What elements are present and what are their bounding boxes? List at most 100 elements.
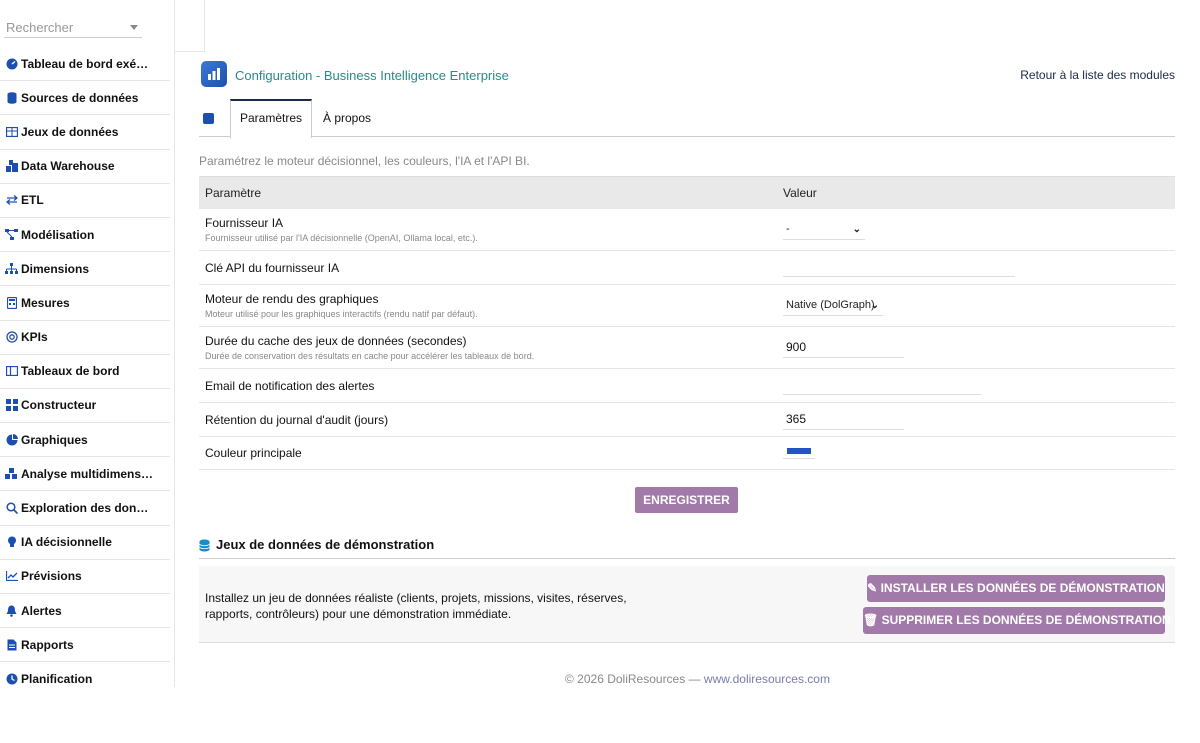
- sidebar-item-label: Graphiques: [21, 432, 88, 447]
- select-value: -: [786, 222, 790, 235]
- sidebar-item[interactable]: Analyse multidimens…: [0, 457, 170, 492]
- column-header-valeur: Valeur: [777, 176, 1175, 209]
- tab-a-propos[interactable]: À propos: [316, 99, 378, 137]
- sidebar-item-label: Data Warehouse: [21, 159, 115, 174]
- sidebar-item[interactable]: KPIs: [0, 321, 170, 355]
- audit-retention-input[interactable]: 365: [783, 409, 904, 430]
- clock-icon: [5, 672, 18, 685]
- database-icon: [5, 91, 18, 104]
- cache-duration-input[interactable]: 900: [783, 337, 904, 358]
- param-name: Rétention du journal d'audit (jours): [205, 412, 389, 427]
- bar-chart-icon: [201, 61, 227, 87]
- sidebar-item[interactable]: Graphiques: [0, 423, 170, 458]
- page-title: Configuration - Business Intelligence En…: [235, 68, 509, 83]
- demo-description: Installez un jeu de données réaliste (cl…: [205, 591, 627, 621]
- sidebar: Rechercher Tableau de bord exé… Sources d…: [0, 0, 175, 687]
- sidebar-item-label: Prévisions: [21, 569, 82, 584]
- sidebar-item[interactable]: Constructeur: [0, 389, 170, 424]
- sidebar-item-label: Analyse multidimens…: [21, 466, 154, 481]
- sidebar-item[interactable]: Mesures: [0, 286, 170, 321]
- sidebar-item-label: Constructeur: [21, 398, 97, 413]
- database-icon: [199, 539, 210, 552]
- footer: © 2026 DoliResources — www.doliresources…: [565, 672, 830, 686]
- back-to-modules-link[interactable]: Retour à la liste des modules: [1020, 68, 1175, 82]
- module-tab-icon[interactable]: [203, 113, 214, 124]
- sidebar-item[interactable]: Alertes: [0, 594, 170, 629]
- sidebar-item-label: Exploration des don…: [21, 501, 149, 516]
- trash-icon: 🗑: [863, 613, 879, 627]
- bell-icon: [5, 604, 18, 617]
- sidebar-item-label: Sources de données: [21, 90, 139, 105]
- param-name: Moteur de rendu des graphiques: [205, 292, 379, 306]
- sidebar-item-label: Tableau de bord exé…: [21, 56, 149, 71]
- sidebar-item-label: Rapports: [21, 637, 74, 652]
- sidebar-item[interactable]: Planification: [0, 662, 170, 687]
- save-button[interactable]: ENREGISTRER: [635, 487, 738, 513]
- api-key-input[interactable]: [783, 255, 1015, 277]
- sidebar-item[interactable]: ETL: [0, 184, 170, 218]
- param-name: Email de notification des alertes: [205, 378, 375, 393]
- install-demo-label: INSTALLER LES DONNÉES DE DÉMONSTRATION: [880, 581, 1165, 595]
- sidebar-item[interactable]: Tableau de bord exé…: [0, 47, 170, 82]
- primary-color-picker[interactable]: [783, 445, 815, 459]
- sidebar-item-label: KPIs: [21, 330, 48, 345]
- sidebar-item-label: Modélisation: [21, 227, 95, 242]
- table-icon: [5, 125, 18, 138]
- install-demo-button[interactable]: ✎ INSTALLER LES DONNÉES DE DÉMONSTRATION: [867, 575, 1165, 602]
- cubes-icon: [5, 467, 18, 480]
- sidebar-item[interactable]: IA décisionnelle: [0, 526, 170, 560]
- document-icon: [5, 638, 18, 651]
- tab-bar: Paramètres À propos: [199, 99, 1175, 138]
- demo-section-title: Jeux de données de démonstration: [216, 537, 435, 552]
- calculator-icon: [5, 296, 18, 309]
- sidebar-item[interactable]: Data Warehouse: [0, 150, 170, 184]
- ai-provider-select[interactable]: - ⌄: [783, 218, 865, 240]
- param-name: Couleur principale: [205, 446, 302, 460]
- color-fill: [787, 447, 811, 454]
- hierarchy-icon: [5, 262, 18, 275]
- delete-demo-button[interactable]: 🗑 SUPPRIMER LES DONNÉES DE DÉMONSTRATION: [863, 607, 1171, 634]
- table-row: Fournisseur IA Fournisseur utilisé par l…: [199, 208, 1175, 251]
- param-description: Durée de conservation des résultats en c…: [205, 351, 535, 361]
- sidebar-item[interactable]: Jeux de données: [0, 115, 170, 150]
- table-row: Durée du cache des jeux de données (seco…: [199, 326, 1175, 369]
- sidebar-item[interactable]: Dimensions: [0, 252, 170, 287]
- chevron-down-icon: ⌄: [870, 300, 879, 311]
- sidebar-item-label: Dimensions: [21, 261, 90, 276]
- select-value: Native (DolGraph): [786, 299, 875, 311]
- column-header-parametre: Paramètre: [199, 176, 777, 209]
- tab-parametres[interactable]: Paramètres: [230, 99, 312, 138]
- table-row: Rétention du journal d'audit (jours) 365: [199, 402, 1175, 437]
- alert-email-input[interactable]: [783, 373, 981, 395]
- chevron-down-icon: ⌄: [852, 223, 861, 235]
- sidebar-item[interactable]: Sources de données: [0, 81, 170, 116]
- chart-engine-select[interactable]: Native (DolGraph) ⌄: [783, 295, 883, 316]
- sidebar-item-label: ETL: [21, 193, 44, 208]
- columns-icon: [5, 365, 18, 378]
- warehouse-icon: [5, 160, 18, 173]
- delete-demo-label: SUPPRIMER LES DONNÉES DE DÉMONSTRATION: [881, 613, 1171, 627]
- search-placeholder: Rechercher: [6, 20, 74, 35]
- sidebar-item-label: Planification: [21, 671, 93, 686]
- sidebar-item[interactable]: Modélisation: [0, 218, 170, 253]
- lightbulb-icon: [5, 536, 18, 549]
- grid-icon: [5, 399, 18, 412]
- sidebar-item-label: Tableaux de bord: [21, 364, 120, 379]
- settings-table: Paramètre Valeur Fournisseur IA Fourniss…: [199, 176, 1175, 470]
- search-select[interactable]: Rechercher: [4, 16, 142, 38]
- param-name: Clé API du fournisseur IA: [205, 260, 340, 275]
- target-icon: [5, 331, 18, 344]
- chevron-down-icon: [130, 25, 138, 30]
- table-row: Clé API du fournisseur IA: [199, 250, 1175, 285]
- sidebar-item-label: IA décisionnelle: [21, 535, 112, 550]
- sidebar-item[interactable]: Tableaux de bord: [0, 355, 170, 389]
- table-row: Couleur principale: [199, 436, 1175, 470]
- table-row: Email de notification des alertes: [199, 368, 1175, 403]
- sidebar-item[interactable]: Rapports: [0, 628, 170, 663]
- footer-link[interactable]: www.doliresources.com: [704, 672, 830, 686]
- title-row: Configuration - Business Intelligence En…: [199, 61, 1175, 89]
- sidebar-item[interactable]: Exploration des don…: [0, 491, 170, 526]
- sidebar-item[interactable]: Prévisions: [0, 560, 170, 594]
- page-description: Paramétrez le moteur décisionnel, les co…: [199, 154, 530, 168]
- param-name: Durée du cache des jeux de données (seco…: [205, 334, 467, 348]
